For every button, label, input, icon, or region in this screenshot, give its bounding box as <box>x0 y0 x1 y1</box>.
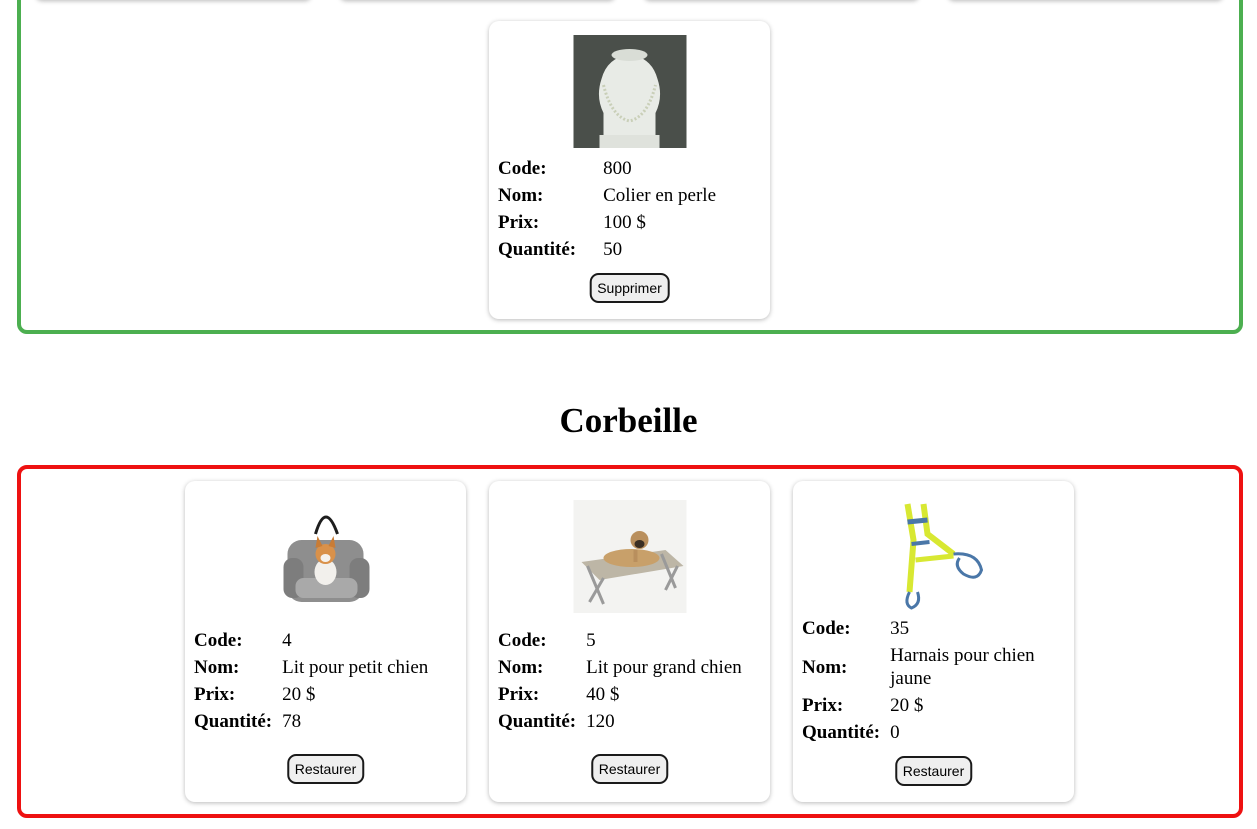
code-label: Code: <box>498 158 547 179</box>
name-label: Nom: <box>194 657 240 678</box>
delete-button[interactable]: Supprimer <box>589 273 670 303</box>
restore-button[interactable]: Restaurer <box>286 754 365 784</box>
trash-product-card: Code: 4 Nom: Lit pour petit chien Prix: 20 … <box>185 481 466 802</box>
code-value: 35 <box>890 618 910 639</box>
large-dog-cot-image <box>573 500 686 613</box>
name-value: Lit pour petit chien <box>282 657 429 678</box>
product-card: Code: 800 Nom: Colier en perle Prix: 100 $ … <box>489 21 770 319</box>
price-value: 100 $ <box>603 212 646 233</box>
name-label: Nom: <box>802 656 848 678</box>
product-info: Code: 5 Nom: Lit pour grand chien Prix: 40 … <box>498 627 742 735</box>
quantity-value: 50 <box>603 239 623 260</box>
yellow-dog-harness-image <box>877 500 990 613</box>
name-value: Lit pour grand chien <box>586 657 742 678</box>
trash-product-card: Code: 35 Nom: Harnais pour chien jaune Pri… <box>793 481 1074 802</box>
code-value: 4 <box>282 630 292 651</box>
pearl-necklace-image <box>573 35 686 148</box>
price-label: Prix: <box>498 684 540 705</box>
price-value: 20 $ <box>890 695 924 716</box>
trash-product-card: Code: 5 Nom: Lit pour grand chien Prix: 40 … <box>489 481 770 802</box>
price-value: 40 $ <box>586 684 620 705</box>
quantity-label: Quantité: <box>802 722 881 743</box>
code-value: 800 <box>603 158 632 179</box>
name-label: Nom: <box>498 185 544 206</box>
quantity-value: 78 <box>282 711 302 732</box>
small-dog-bed-image <box>269 500 382 613</box>
price-label: Prix: <box>802 695 844 716</box>
name-label: Nom: <box>498 657 544 678</box>
quantity-label: Quantité: <box>498 239 577 260</box>
quantity-value: 0 <box>890 722 900 743</box>
name-value: Harnais pour chien jaune <box>890 645 1035 689</box>
quantity-label: Quantité: <box>194 711 273 732</box>
restore-button[interactable]: Restaurer <box>590 754 669 784</box>
product-info: Code: 4 Nom: Lit pour petit chien Prix: 20 … <box>194 627 428 735</box>
code-label: Code: <box>498 630 547 651</box>
product-info: Code: 35 Nom: Harnais pour chien jaune Pri… <box>802 615 1055 746</box>
code-value: 5 <box>586 630 596 651</box>
quantity-label: Quantité: <box>498 711 577 732</box>
product-info: Code: 800 Nom: Colier en perle Prix: 100 $ … <box>498 155 716 263</box>
name-value: Colier en perle <box>603 185 717 206</box>
price-value: 20 $ <box>282 684 316 705</box>
restore-button[interactable]: Restaurer <box>894 756 973 786</box>
trash-title: Corbeille <box>559 401 698 440</box>
price-label: Prix: <box>194 684 236 705</box>
quantity-value: 120 <box>586 711 615 732</box>
code-label: Code: <box>802 618 851 639</box>
code-label: Code: <box>194 630 243 651</box>
price-label: Prix: <box>498 212 540 233</box>
